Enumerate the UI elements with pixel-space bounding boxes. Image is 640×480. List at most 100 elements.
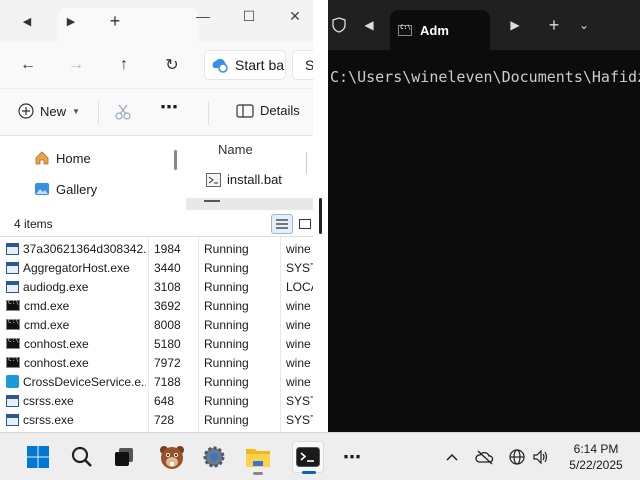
batch-file-icon <box>206 172 221 187</box>
process-name: conhost.exe <box>24 355 89 370</box>
table-row[interactable]: conhost.exe 5180 Running wine <box>0 334 313 353</box>
file-item-install-bat[interactable]: install.bat <box>206 172 282 187</box>
maximize-icon[interactable]: ☐ <box>226 4 272 28</box>
taskbar-app-file-explorer[interactable] <box>242 441 274 475</box>
process-pid: 728 <box>154 412 175 427</box>
details-label: Details <box>260 103 300 118</box>
window-icon <box>6 242 19 255</box>
system-clock[interactable]: 6:14 PM 5/22/2025 <box>560 441 632 473</box>
list-item[interactable] <box>186 198 313 210</box>
process-name: cmd.exe <box>24 317 70 332</box>
search-button[interactable] <box>66 441 98 473</box>
plus-circle-icon <box>18 103 34 119</box>
chevron-down-icon[interactable]: ⌄ <box>573 14 595 36</box>
back-arrow-icon[interactable]: ← <box>14 52 42 78</box>
forward-arrow-icon[interactable]: → <box>62 52 90 78</box>
window-icon <box>6 394 19 407</box>
item-count: 4 items <box>14 217 53 231</box>
table-row[interactable]: csrss.exe 728 Running SYST <box>0 410 313 429</box>
address-input[interactable]: Start ba <box>204 50 286 80</box>
window-icon <box>6 261 19 274</box>
more-options-icon[interactable]: ⋯ <box>160 97 178 118</box>
process-pid: 5180 <box>154 336 181 351</box>
partial-item-icon <box>204 200 220 202</box>
process-pid: 7188 <box>154 374 181 389</box>
cloud-offline-icon[interactable] <box>475 447 495 467</box>
process-name: conhost.exe <box>24 336 89 351</box>
column-separator[interactable] <box>306 152 307 174</box>
table-row[interactable]: audiodg.exe 3108 Running LOCA <box>0 277 313 296</box>
table-row[interactable]: csrss.exe 648 Running SYST <box>0 391 313 410</box>
start-button[interactable] <box>22 441 54 473</box>
process-status: Running <box>204 355 249 370</box>
process-name: 37a30621364d308342... <box>23 241 146 256</box>
process-user: wine <box>286 374 311 389</box>
more-apps-icon[interactable]: ⋯ <box>336 441 368 473</box>
cmd-icon <box>6 299 20 311</box>
task-view-icon <box>115 448 133 466</box>
details-button[interactable]: Details <box>236 103 300 118</box>
file-name: install.bat <box>227 172 282 187</box>
snap-divider[interactable] <box>313 0 328 432</box>
window-icon <box>6 413 19 426</box>
column-header-name[interactable]: Name <box>218 142 253 157</box>
search-input[interactable]: S <box>292 50 313 80</box>
clock-time: 6:14 PM <box>573 442 619 456</box>
process-user: SYST <box>286 412 313 427</box>
table-row[interactable]: 37a30621364d308342... 1984 Running wine <box>0 239 313 258</box>
tab-scroll-left-icon[interactable]: ◀ <box>16 10 38 32</box>
new-tab-icon[interactable]: + <box>104 10 126 32</box>
show-hidden-icons-chevron-icon[interactable] <box>442 447 462 467</box>
beaver-app-icon <box>160 446 184 469</box>
refresh-icon[interactable]: ↻ <box>158 52 186 78</box>
command-bar: New ▼ ⋯ Details <box>0 88 313 136</box>
search-text: S <box>305 57 313 73</box>
taskbar-app-settings[interactable] <box>198 441 230 473</box>
table-row[interactable]: CrossDeviceService.e... 7188 Running win… <box>0 372 313 391</box>
nav-item-label: Home <box>56 150 91 166</box>
nav-item-gallery[interactable]: Gallery <box>34 181 97 197</box>
clock-date: 5/22/2025 <box>569 458 623 472</box>
cmd-icon <box>6 356 20 368</box>
terminal-prompt[interactable]: C:\Users\wineleven\Documents\Hafidz <box>330 68 640 86</box>
volume-icon[interactable] <box>531 447 551 467</box>
up-arrow-icon[interactable]: ↑ <box>110 52 138 78</box>
close-icon[interactable]: ✕ <box>272 4 313 28</box>
folder-icon <box>246 449 270 467</box>
taskbar-app-terminal[interactable] <box>292 441 324 474</box>
process-name: csrss.exe <box>23 393 74 408</box>
details-pane-icon <box>236 103 254 118</box>
network-globe-icon[interactable] <box>507 447 527 467</box>
tab-scroll-left-icon[interactable]: ◀ <box>358 14 380 36</box>
process-status: Running <box>204 336 249 351</box>
toolbar-divider <box>208 101 209 125</box>
taskbar-app-beaver[interactable] <box>156 441 188 473</box>
tab-scroll-right-icon[interactable]: ▶ <box>504 14 526 36</box>
new-button[interactable]: New ▼ <box>18 103 80 119</box>
tab-scroll-right-icon[interactable]: ▶ <box>60 10 82 32</box>
divider-grip-handle[interactable] <box>319 198 322 234</box>
windows-logo-icon <box>27 446 49 468</box>
table-row[interactable]: cmd.exe 3692 Running wine <box>0 296 313 315</box>
table-row[interactable]: conhost.exe 7972 Running wine <box>0 353 313 372</box>
process-pid: 3108 <box>154 279 181 294</box>
cut-button[interactable] <box>114 103 132 121</box>
process-user: wine <box>286 317 311 332</box>
table-row[interactable]: AggregatorHost.exe 3440 Running SYST <box>0 258 313 277</box>
terminal-tab[interactable]: Adm <box>390 10 490 50</box>
terminal-icon <box>296 447 320 467</box>
cross-device-icon <box>6 375 19 388</box>
table-row[interactable]: cmd.exe 8008 Running wine <box>0 315 313 334</box>
minimize-icon[interactable]: — <box>180 4 226 28</box>
process-user: wine <box>286 355 311 370</box>
gallery-icon <box>35 183 49 195</box>
new-tab-icon[interactable]: + <box>543 14 565 36</box>
file-explorer-window: ◀ ▶ + — ☐ ✕ ← → ↑ ↻ Start ba S New ▼ <box>0 0 313 236</box>
tiles-view-icon[interactable] <box>294 214 313 234</box>
nav-pane-scrollbar[interactable] <box>174 150 177 170</box>
task-view-button[interactable] <box>108 441 140 473</box>
home-cloud-icon <box>212 58 228 73</box>
nav-item-home[interactable]: Home <box>34 150 91 166</box>
details-view-icon[interactable] <box>271 214 293 234</box>
process-status: Running <box>204 412 249 427</box>
